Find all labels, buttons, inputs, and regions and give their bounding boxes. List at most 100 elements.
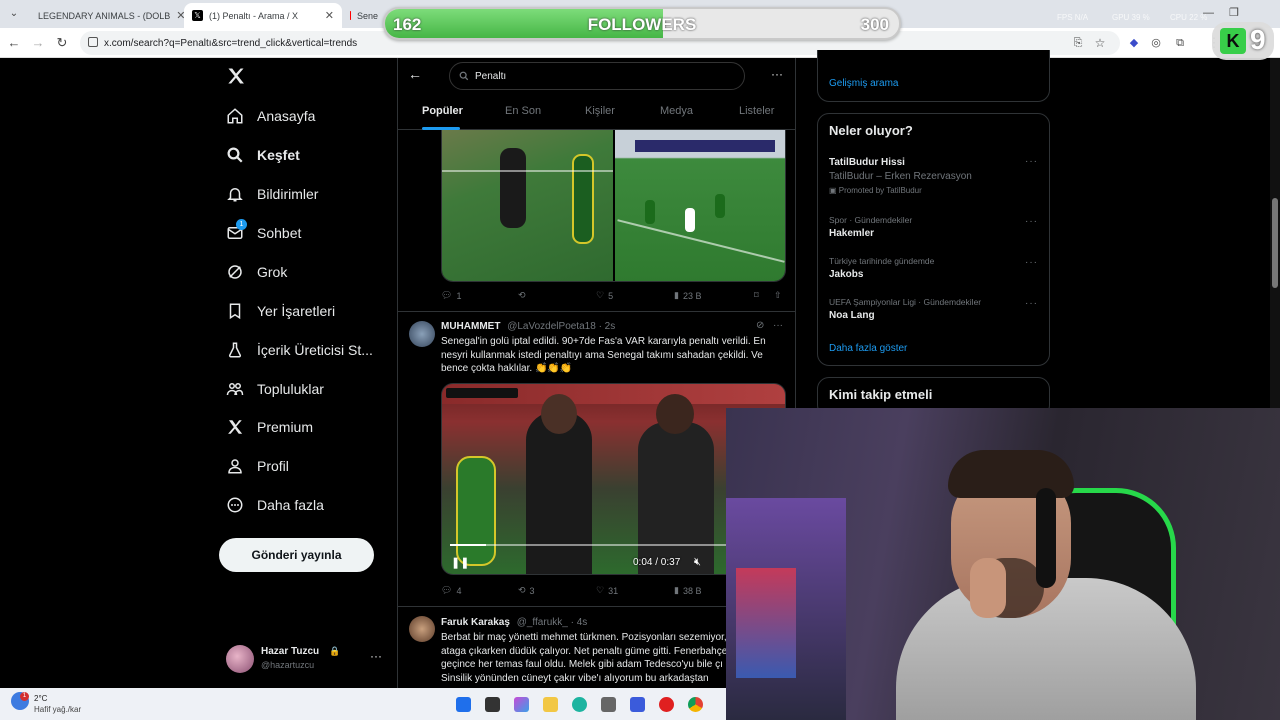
back-arrow-icon[interactable]: ← — [6, 35, 22, 51]
tweet-author-name[interactable]: Faruk Karakaş — [441, 617, 510, 628]
advanced-search-link[interactable]: Gelişmiş arama — [829, 78, 898, 89]
pause-icon[interactable]: ❚❚ — [451, 556, 469, 569]
avatar[interactable] — [409, 321, 435, 347]
like-button[interactable]: ♡ 5 — [596, 290, 613, 301]
repost-button[interactable]: ⟲ 3 — [518, 585, 535, 596]
tweet-time[interactable]: · 4s — [571, 617, 588, 628]
windows-start-icon[interactable] — [456, 697, 471, 712]
search-input[interactable]: Penaltı — [449, 62, 745, 90]
more-dots-icon[interactable]: ··· — [1025, 257, 1038, 268]
like-button[interactable]: ♡ 31 — [596, 585, 618, 596]
tweet-photo[interactable] — [442, 130, 613, 281]
more-dots-icon[interactable]: ··· — [771, 67, 783, 81]
close-tab-icon[interactable]: ✕ — [176, 9, 184, 22]
share-button[interactable]: ⇧ — [774, 290, 782, 301]
task-view-icon[interactable] — [485, 697, 500, 712]
tab-lists[interactable]: Listeler — [739, 105, 774, 117]
reload-icon[interactable]: ↻ — [54, 35, 70, 51]
extensions-puzzle-icon[interactable]: ⧉ — [1172, 35, 1188, 51]
reply-button[interactable]: 💬︎ 4 — [441, 585, 461, 596]
mute-icon[interactable]: 🔇︎ — [694, 556, 701, 569]
kick-logo-icon: K — [1220, 28, 1246, 54]
store-icon[interactable] — [601, 697, 616, 712]
tweet-author-handle[interactable]: @_ffarukk_ — [517, 617, 568, 628]
account-switcher[interactable]: Hazar Tuzcu 🔒 @hazartuzcu ··· — [226, 644, 398, 674]
tab-media[interactable]: Medya — [660, 105, 693, 117]
browser-tab-x-search[interactable]: 𝕏 (1) Penaltı - Arama / X ✕ — [184, 3, 342, 28]
mail-icon: 1 — [226, 219, 247, 242]
trend-name[interactable]: Jakobs — [829, 269, 863, 280]
x-logo-icon[interactable] — [226, 66, 246, 86]
avatar — [226, 645, 254, 673]
extension-icon[interactable]: ◎ — [1148, 35, 1164, 51]
site-info-icon[interactable] — [88, 37, 98, 47]
copilot-icon[interactable] — [514, 697, 529, 712]
views-button[interactable]: ▮ 23 B — [674, 290, 701, 301]
badge-number: 9 — [1250, 24, 1266, 55]
page-scrollbar[interactable] — [1270, 58, 1280, 408]
tab-popular[interactable]: Popüler — [422, 105, 463, 117]
more-dots-icon[interactable]: ··· — [773, 320, 783, 331]
more-dots-icon[interactable]: ··· — [1025, 216, 1038, 227]
back-arrow-icon[interactable]: ← — [408, 66, 422, 82]
url-text: x.com/search?q=Penaltı&src=trend_click&v… — [104, 37, 358, 49]
tweet-time[interactable]: · 2s — [599, 321, 616, 332]
sidebar-item-i-çerik-üreticisi-st[interactable]: İçerik Üreticisi St... — [226, 335, 373, 365]
sidebar-item-sohbet[interactable]: 1 Sohbet — [226, 218, 301, 248]
browser-tab-senegal[interactable]: Sene — [342, 3, 386, 28]
trend-name[interactable]: TatilBudur Hissi — [829, 157, 905, 168]
views-count: 23 B — [682, 290, 702, 301]
extension-icon[interactable]: ◆ — [1126, 35, 1142, 51]
tab-latest[interactable]: En Son — [505, 105, 541, 117]
repost-count: 3 — [529, 585, 535, 596]
sidebar-item-label: Daha fazla — [257, 497, 324, 513]
tweet-author-handle[interactable]: @LaVozdelPoeta18 — [507, 321, 596, 332]
file-explorer-icon[interactable] — [543, 697, 558, 712]
who-to-follow-title: Kimi takip etmeli — [829, 387, 933, 402]
tab-list-chevron-icon[interactable]: ⌄ — [6, 6, 22, 22]
tweet-media-grid[interactable] — [441, 130, 786, 282]
avatar[interactable] — [409, 616, 435, 642]
tweet-photo[interactable] — [615, 130, 785, 281]
sidebar-item-anasayfa[interactable]: Anasayfa — [226, 101, 315, 131]
restore-window-icon[interactable]: ❐ — [1229, 6, 1239, 19]
video-progress-fill — [450, 544, 486, 546]
tab-title: (1) Penaltı - Arama / X — [209, 10, 299, 21]
repost-button[interactable]: ⟲ — [518, 290, 530, 301]
tweet-author-name[interactable]: MUHAMMET — [441, 321, 500, 332]
sidebar-item-yer-i-şaretleri[interactable]: Yer İşaretleri — [226, 296, 335, 326]
sidebar-item-daha-fazla[interactable]: Daha fazla — [226, 490, 324, 520]
teams-icon[interactable] — [630, 697, 645, 712]
show-more-link[interactable]: Daha fazla göster — [829, 343, 907, 354]
views-button[interactable]: ▮ 38 B — [674, 585, 701, 596]
webcam-overlay — [726, 408, 1280, 720]
bookmark-star-icon[interactable]: ☆ — [1092, 35, 1108, 51]
sidebar-item-topluluklar[interactable]: Topluluklar — [226, 374, 324, 404]
trends-title: Neler oluyor? — [829, 123, 913, 138]
forward-arrow-icon[interactable]: → — [30, 35, 46, 51]
opera-icon[interactable] — [659, 697, 674, 712]
sidebar-item-keşfet[interactable]: Keşfet — [226, 140, 300, 170]
promoted-text: Promoted by TatilBudur — [838, 186, 922, 195]
bookmark-button[interactable]: ⌑ — [754, 290, 759, 301]
more-dots-icon[interactable]: ··· — [1025, 156, 1038, 167]
browser-tab-legendary[interactable]: LEGENDARY ANIMALS - (DOLB ✕ — [24, 3, 184, 28]
tab-people[interactable]: Kişiler — [585, 105, 615, 117]
sidebar-item-grok[interactable]: Grok — [226, 257, 287, 287]
trend-name[interactable]: Noa Lang — [829, 310, 875, 321]
reply-button[interactable]: 💬︎ 1 — [441, 290, 461, 301]
trend-name[interactable]: Hakemler — [829, 228, 874, 239]
sidebar-item-profil[interactable]: Profil — [226, 451, 289, 481]
sidebar-item-premium[interactable]: Premium — [226, 412, 313, 442]
more-dots-icon[interactable]: ··· — [370, 649, 382, 663]
install-app-icon[interactable]: ⎘ — [1070, 35, 1086, 51]
sidebar-item-bildirimler[interactable]: Bildirimler — [226, 179, 318, 209]
repost-icon: ⟲ — [518, 585, 526, 595]
close-tab-icon[interactable]: ✕ — [325, 9, 334, 22]
post-button[interactable]: Gönderi yayınla — [219, 538, 374, 572]
edge-icon[interactable] — [572, 697, 587, 712]
more-dots-icon[interactable]: ··· — [1025, 298, 1038, 309]
grok-icon[interactable]: ⊘ — [756, 320, 764, 331]
scrollbar-thumb[interactable] — [1272, 198, 1278, 288]
chrome-icon[interactable] — [688, 697, 703, 712]
